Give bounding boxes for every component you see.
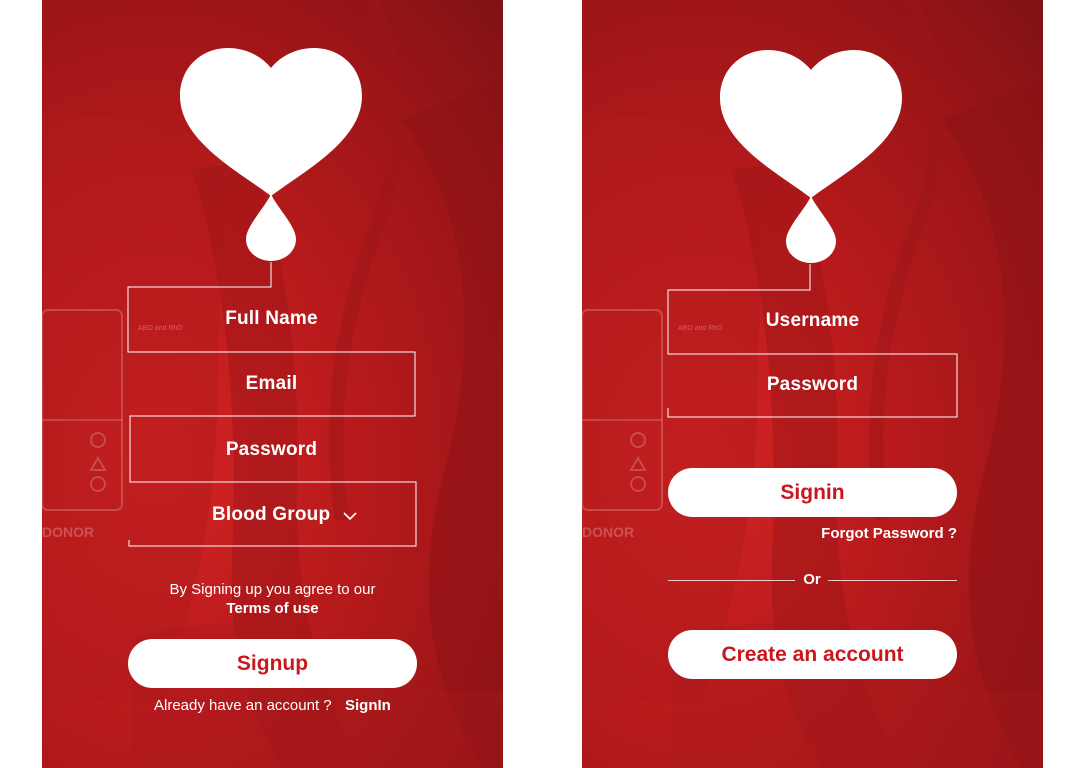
create-account-button[interactable]: Create an account: [668, 630, 957, 679]
forgot-password-link[interactable]: Forgot Password ?: [782, 525, 957, 542]
email-field[interactable]: Email: [128, 373, 415, 395]
have-account-text: Already have an account ?: [154, 697, 332, 714]
signup-screen: DONOR ABO and RhD Full Name Email Passwo…: [42, 0, 503, 768]
password-field[interactable]: Password: [668, 374, 957, 396]
signin-link[interactable]: SignIn: [345, 697, 405, 714]
full-name-field[interactable]: Full Name: [128, 308, 415, 330]
signup-button[interactable]: Signup: [128, 639, 417, 688]
bg-donor-text: DONOR: [42, 524, 94, 540]
divider-line-left: [668, 580, 795, 581]
agree-text: By Signing up you agree to our: [169, 581, 376, 598]
or-text: Or: [803, 571, 821, 588]
signin-button[interactable]: Signin: [668, 468, 957, 517]
heart-blood-drop-icon: [180, 48, 362, 261]
bg-donor-text: DONOR: [582, 524, 634, 540]
blood-group-select[interactable]: Blood Group: [212, 504, 332, 526]
terms-of-use-link[interactable]: Terms of use: [128, 600, 417, 617]
signin-screen: DONOR ABO and RhD Username Password Sign…: [582, 0, 1043, 768]
username-field[interactable]: Username: [668, 310, 957, 332]
password-field[interactable]: Password: [128, 439, 415, 461]
divider-line-right: [828, 580, 957, 581]
heart-blood-drop-icon: [720, 50, 902, 263]
chevron-down-icon[interactable]: [343, 511, 357, 521]
or-divider: Or: [668, 570, 957, 590]
